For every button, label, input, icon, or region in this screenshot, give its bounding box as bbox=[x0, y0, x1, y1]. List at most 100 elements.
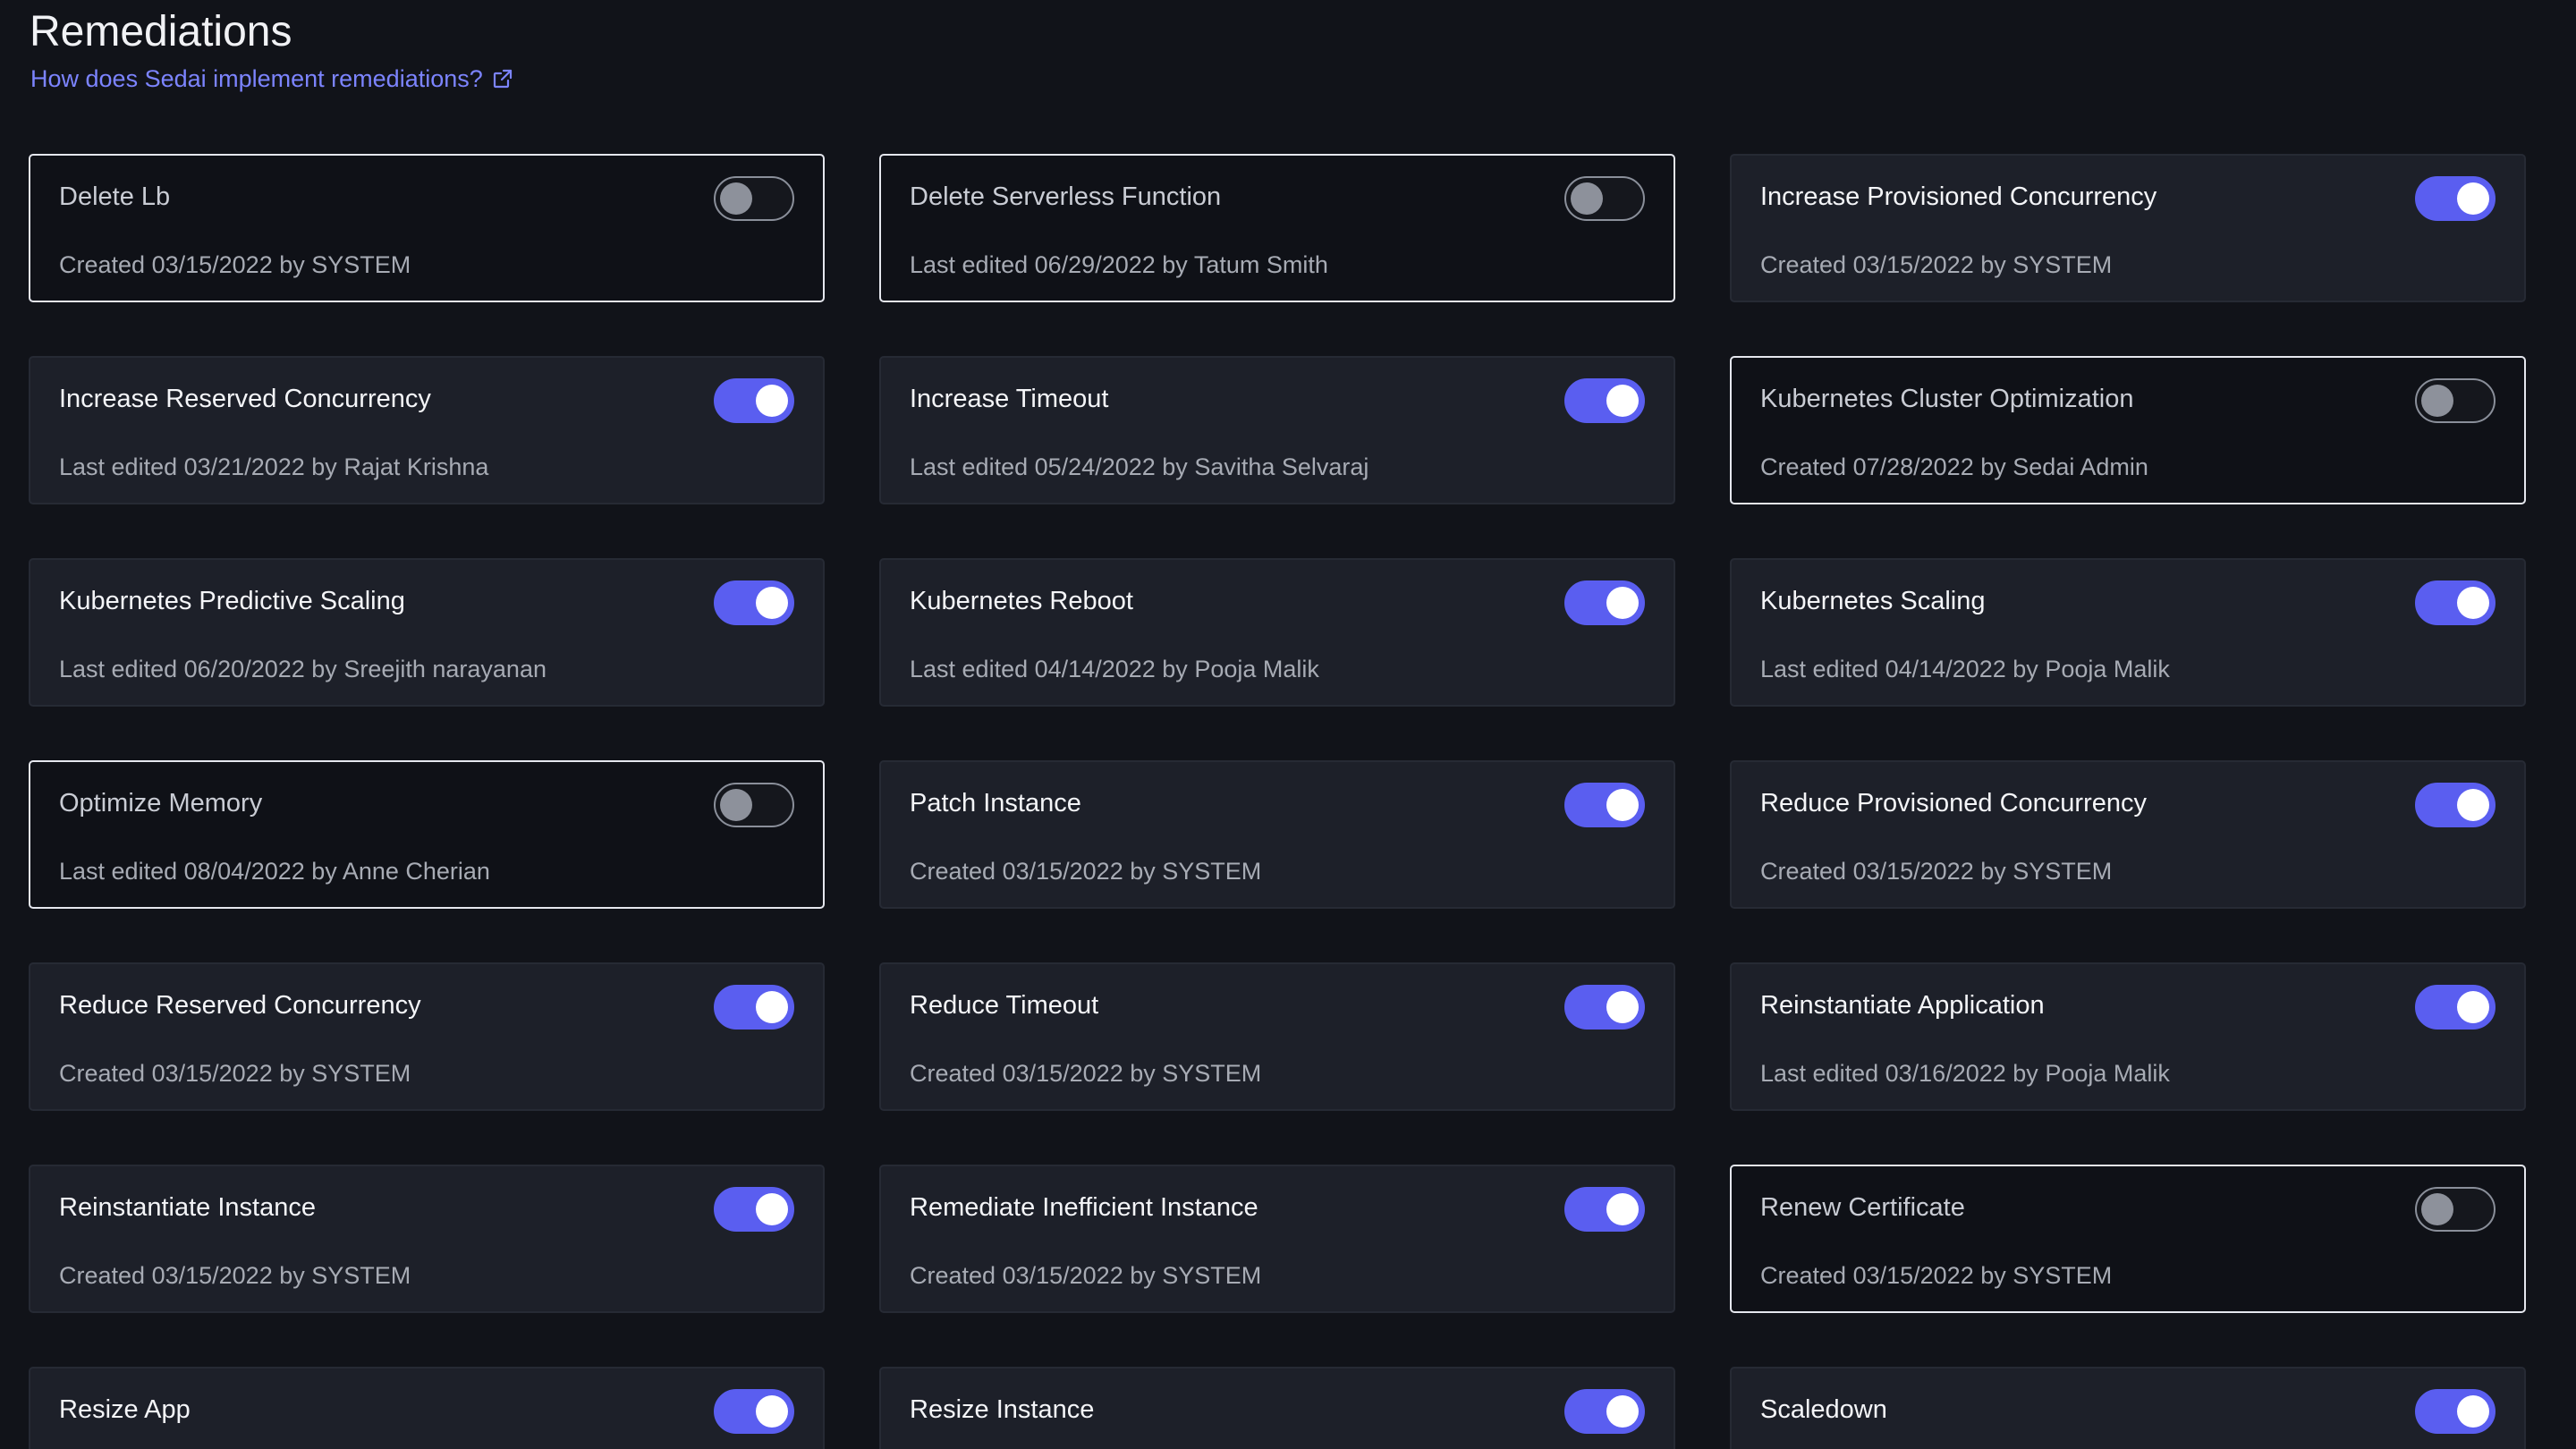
toggle-knob bbox=[756, 991, 788, 1023]
remediation-user: SYSTEM bbox=[1162, 1060, 1262, 1087]
remediation-user: SYSTEM bbox=[2012, 1262, 2113, 1289]
remediation-card[interactable]: Reduce Timeout Created 03/15/2022 by SYST… bbox=[879, 962, 1675, 1111]
enable-toggle[interactable] bbox=[714, 1389, 794, 1434]
remediation-by: by bbox=[1130, 1060, 1156, 1087]
enable-toggle[interactable] bbox=[714, 783, 794, 827]
enable-toggle[interactable] bbox=[1564, 378, 1645, 423]
remediation-card[interactable]: Patch Instance Created 03/15/2022 by SYST… bbox=[879, 760, 1675, 909]
remediation-card[interactable]: Resize App bbox=[29, 1367, 825, 1449]
enable-toggle[interactable] bbox=[2415, 1187, 2496, 1232]
enable-toggle[interactable] bbox=[714, 176, 794, 221]
toggle-knob bbox=[2421, 385, 2453, 417]
remediation-user: SYSTEM bbox=[2012, 858, 2113, 885]
help-link[interactable]: How does Sedai implement remediations? bbox=[30, 61, 513, 97]
remediation-card[interactable]: Kubernetes Scaling Last edited 04/14/2022… bbox=[1730, 558, 2526, 707]
remediation-card[interactable]: Reduce Reserved Concurrency Created 03/15… bbox=[29, 962, 825, 1111]
remediation-card[interactable]: Reinstantiate Application Last edited 03/… bbox=[1730, 962, 2526, 1111]
remediation-by: by bbox=[279, 1262, 305, 1289]
remediation-card[interactable]: Resize Instance bbox=[879, 1367, 1675, 1449]
remediation-action: Created bbox=[910, 1060, 996, 1087]
remediation-action: Created bbox=[910, 1262, 996, 1289]
toggle-knob bbox=[2457, 1395, 2489, 1428]
enable-toggle[interactable] bbox=[1564, 176, 1645, 221]
remediation-name: Kubernetes Cluster Optimization bbox=[1760, 385, 2134, 413]
remediation-date: 03/15/2022 bbox=[1002, 1060, 1123, 1087]
enable-toggle[interactable] bbox=[1564, 985, 1645, 1030]
remediation-action: Last edited bbox=[910, 251, 1029, 278]
remediation-name: Reduce Reserved Concurrency bbox=[59, 991, 421, 1020]
remediation-action: Last edited bbox=[1760, 1060, 1879, 1087]
remediation-card[interactable]: Remediate Inefficient Instance Created 03… bbox=[879, 1165, 1675, 1313]
remediation-by: by bbox=[1130, 1262, 1156, 1289]
remediation-date: 06/20/2022 bbox=[183, 656, 305, 682]
remediation-card[interactable]: Scaledown bbox=[1730, 1367, 2526, 1449]
remediation-date: 03/15/2022 bbox=[1852, 251, 1974, 278]
remediation-card[interactable]: Increase Reserved Concurrency Last edited… bbox=[29, 356, 825, 504]
enable-toggle[interactable] bbox=[714, 378, 794, 423]
remediation-card[interactable]: Kubernetes Predictive Scaling Last edited… bbox=[29, 558, 825, 707]
enable-toggle[interactable] bbox=[2415, 783, 2496, 827]
remediation-user: SYSTEM bbox=[1162, 858, 1262, 885]
remediation-date: 04/14/2022 bbox=[1034, 656, 1156, 682]
remediation-meta: Last edited 06/29/2022 by Tatum Smith bbox=[910, 247, 1328, 283]
enable-toggle[interactable] bbox=[2415, 176, 2496, 221]
enable-toggle[interactable] bbox=[2415, 985, 2496, 1030]
remediation-date: 06/29/2022 bbox=[1034, 251, 1156, 278]
remediation-card[interactable]: Reinstantiate Instance Created 03/15/2022… bbox=[29, 1165, 825, 1313]
remediation-action: Created bbox=[59, 1262, 146, 1289]
toggle-knob bbox=[756, 1395, 788, 1428]
enable-toggle[interactable] bbox=[1564, 783, 1645, 827]
enable-toggle[interactable] bbox=[2415, 580, 2496, 625]
enable-toggle[interactable] bbox=[1564, 1187, 1645, 1232]
remediation-date: 04/14/2022 bbox=[1885, 656, 2006, 682]
remediation-card[interactable]: Optimize Memory Last edited 08/04/2022 by… bbox=[29, 760, 825, 909]
remediation-meta: Created 03/15/2022 by SYSTEM bbox=[910, 1055, 1261, 1091]
enable-toggle[interactable] bbox=[1564, 580, 1645, 625]
enable-toggle[interactable] bbox=[1564, 1389, 1645, 1434]
enable-toggle[interactable] bbox=[714, 1187, 794, 1232]
remediation-by: by bbox=[1162, 453, 1188, 480]
remediation-by: by bbox=[1980, 858, 2006, 885]
remediation-by: by bbox=[311, 453, 337, 480]
remediation-card[interactable]: Delete Lb Created 03/15/2022 by SYSTEM bbox=[29, 154, 825, 302]
help-link-label: How does Sedai implement remediations? bbox=[30, 65, 483, 92]
remediation-card[interactable]: Kubernetes Reboot Last edited 04/14/2022 … bbox=[879, 558, 1675, 707]
remediation-action: Last edited bbox=[910, 453, 1029, 480]
remediations-page: Remediations How does Sedai implement re… bbox=[0, 0, 2576, 1449]
remediation-by: by bbox=[311, 858, 337, 885]
remediation-user: Pooja Malik bbox=[2045, 1060, 2170, 1087]
remediation-action: Last edited bbox=[1760, 656, 1879, 682]
remediation-user: Sreejith narayanan bbox=[343, 656, 547, 682]
remediation-user: SYSTEM bbox=[311, 1262, 411, 1289]
remediation-card[interactable]: Increase Timeout Last edited 05/24/2022 b… bbox=[879, 356, 1675, 504]
remediation-by: by bbox=[1980, 1262, 2006, 1289]
remediation-card[interactable]: Delete Serverless Function Last edited 06… bbox=[879, 154, 1675, 302]
remediation-card[interactable]: Increase Provisioned Concurrency Created … bbox=[1730, 154, 2526, 302]
remediation-name: Delete Serverless Function bbox=[910, 182, 1222, 211]
remediation-name: Reinstantiate Instance bbox=[59, 1193, 316, 1222]
toggle-knob bbox=[2457, 991, 2489, 1023]
remediation-date: 03/15/2022 bbox=[1002, 1262, 1123, 1289]
remediation-name: Increase Provisioned Concurrency bbox=[1760, 182, 2157, 211]
remediation-name: Reduce Timeout bbox=[910, 991, 1099, 1020]
enable-toggle[interactable] bbox=[2415, 1389, 2496, 1434]
remediation-by: by bbox=[311, 656, 337, 682]
remediation-card[interactable]: Renew Certificate Created 03/15/2022 by S… bbox=[1730, 1165, 2526, 1313]
remediation-meta: Created 03/15/2022 by SYSTEM bbox=[59, 247, 411, 283]
remediation-by: by bbox=[2012, 656, 2038, 682]
remediation-name: Resize App bbox=[59, 1395, 191, 1424]
remediation-user: Savitha Selvaraj bbox=[1194, 453, 1369, 480]
remediation-card[interactable]: Reduce Provisioned Concurrency Created 03… bbox=[1730, 760, 2526, 909]
remediation-meta: Last edited 08/04/2022 by Anne Cherian bbox=[59, 853, 490, 889]
enable-toggle[interactable] bbox=[714, 580, 794, 625]
remediation-action: Last edited bbox=[59, 656, 178, 682]
toggle-knob bbox=[1606, 1193, 1639, 1225]
toggle-knob bbox=[756, 385, 788, 417]
remediation-card[interactable]: Kubernetes Cluster Optimization Created 0… bbox=[1730, 356, 2526, 504]
remediation-action: Last edited bbox=[910, 656, 1029, 682]
enable-toggle[interactable] bbox=[2415, 378, 2496, 423]
remediation-date: 03/15/2022 bbox=[1002, 858, 1123, 885]
remediation-meta: Last edited 03/16/2022 by Pooja Malik bbox=[1760, 1055, 2170, 1091]
enable-toggle[interactable] bbox=[714, 985, 794, 1030]
remediation-date: 03/15/2022 bbox=[1852, 1262, 1974, 1289]
